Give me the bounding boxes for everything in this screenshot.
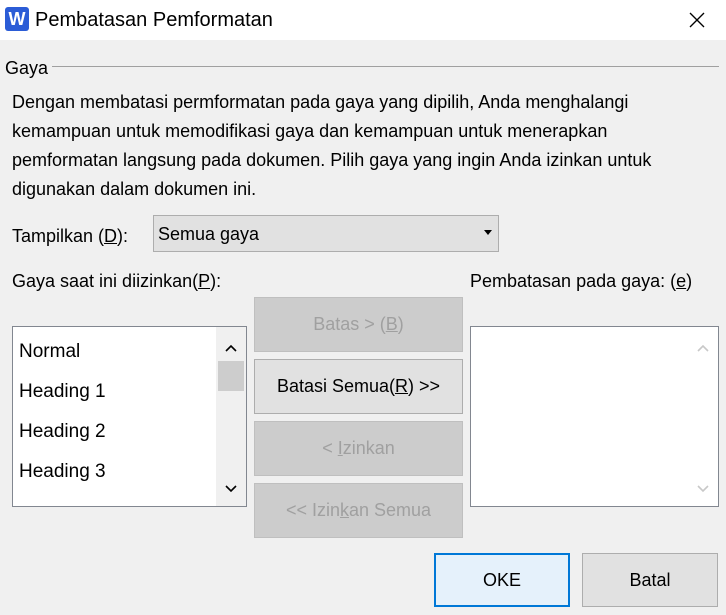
allow-button[interactable]: < Izinkan (254, 421, 463, 476)
allowed-list-scrollbar[interactable] (216, 327, 246, 506)
word-app-icon: W (5, 7, 29, 31)
restrict-all-button[interactable]: Batasi Semua(R) >> (254, 359, 463, 414)
close-icon (689, 12, 705, 28)
show-dropdown-value: Semua gaya (158, 224, 260, 244)
dialog-title: Pembatasan Pemformatan (35, 9, 273, 31)
scroll-up-button (688, 333, 718, 363)
ok-button[interactable]: OKE (434, 553, 570, 607)
close-button[interactable] (676, 4, 718, 36)
list-item[interactable]: Heading 3 (19, 460, 106, 484)
restricted-list-scrollbar[interactable] (688, 327, 718, 506)
cancel-button[interactable]: Batal (582, 553, 718, 607)
list-item[interactable]: Normal (19, 340, 80, 364)
scroll-down-button[interactable] (216, 474, 246, 504)
scroll-down-button (688, 474, 718, 504)
chevron-up-icon (225, 344, 237, 352)
list-item[interactable]: Heading 1 (19, 380, 106, 404)
dropdown-arrow-icon (484, 230, 492, 235)
restricted-styles-list[interactable] (470, 326, 719, 507)
title-bar: W Pembatasan Pemformatan (0, 0, 726, 40)
chevron-down-icon (697, 485, 709, 493)
chevron-up-icon (697, 344, 709, 352)
allow-all-button[interactable]: << Izinkan Semua (254, 483, 463, 538)
scroll-up-button[interactable] (216, 333, 246, 363)
group-label-gaya: Gaya (5, 58, 49, 78)
show-label: Tampilkan (D): (12, 226, 129, 246)
description-text: Dengan membatasi permformatan pada gaya … (12, 92, 652, 199)
restricted-styles-label: Pembatasan pada gaya: (e) (470, 271, 693, 291)
restrict-button[interactable]: Batas > (B) (254, 297, 463, 352)
group-divider (52, 66, 719, 67)
chevron-down-icon (225, 485, 237, 493)
show-dropdown[interactable]: Semua gaya (153, 215, 499, 252)
allowed-styles-label: Gaya saat ini diizinkan(P): (12, 271, 222, 291)
scroll-thumb[interactable] (218, 361, 244, 391)
allowed-styles-list[interactable]: Normal Heading 1 Heading 2 Heading 3 (12, 326, 247, 507)
list-item[interactable]: Heading 2 (19, 420, 106, 444)
